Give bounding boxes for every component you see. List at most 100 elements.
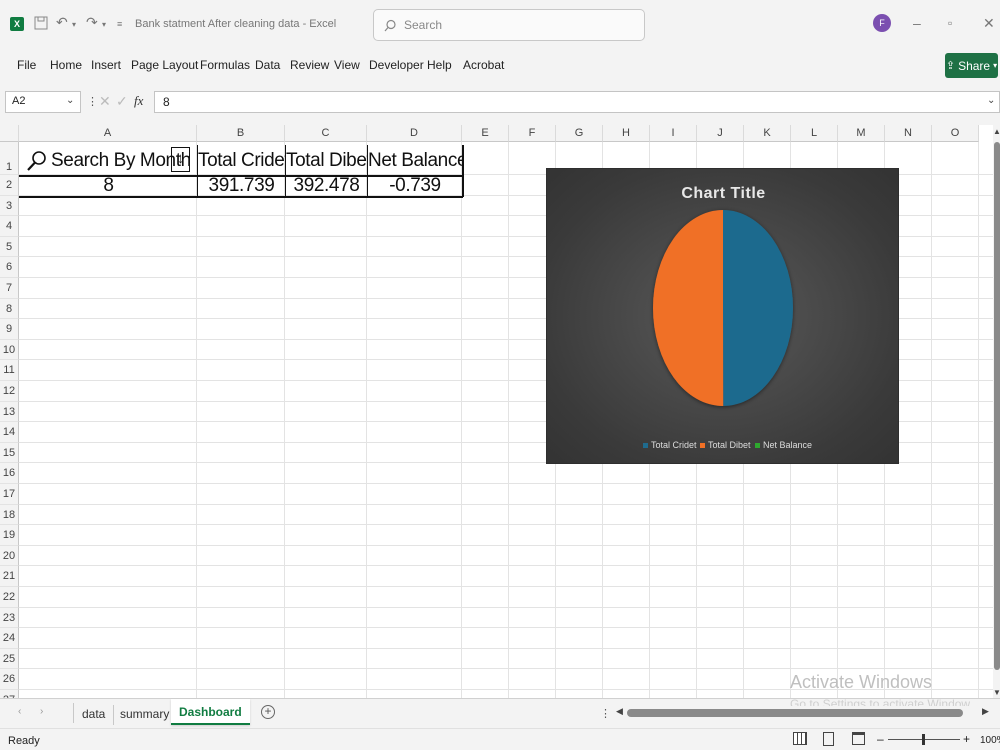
- more-options-icon[interactable]: ⋮: [600, 707, 611, 720]
- row-header-6[interactable]: 6: [0, 257, 19, 278]
- column-header-M[interactable]: M: [838, 125, 885, 142]
- page-break-view-icon[interactable]: [852, 732, 865, 745]
- row-header-24[interactable]: 24: [0, 628, 19, 649]
- legend-entry-total-dibet[interactable]: Total Dibet: [700, 440, 751, 450]
- row-header-20[interactable]: 20: [0, 545, 19, 567]
- restore-icon[interactable]: ▫: [948, 16, 952, 30]
- cell-total-cridet-value[interactable]: 391.739: [198, 176, 285, 196]
- row-header-19[interactable]: 19: [0, 525, 19, 546]
- row-header-26[interactable]: 26: [0, 669, 19, 690]
- search-box[interactable]: Search: [373, 9, 645, 41]
- zoom-in-icon[interactable]: +: [963, 732, 970, 746]
- column-header-A[interactable]: A: [19, 125, 197, 142]
- row-header-12[interactable]: 12: [0, 381, 19, 402]
- save-icon[interactable]: [34, 16, 48, 32]
- cell-net-balance-value[interactable]: -0.739: [368, 176, 462, 196]
- pie-slice-total-dibet[interactable]: [652, 210, 724, 407]
- share-button[interactable]: ⇪ Share ▾: [945, 53, 998, 78]
- zoom-slider-thumb[interactable]: [922, 734, 925, 745]
- tab-home[interactable]: Home: [50, 58, 82, 72]
- column-header-C[interactable]: C: [285, 125, 367, 142]
- column-header-O[interactable]: O: [932, 125, 979, 142]
- row-header-13[interactable]: 13: [0, 401, 19, 423]
- sheet-tab-data[interactable]: data: [74, 705, 115, 725]
- row-header-27[interactable]: 27: [0, 690, 19, 698]
- customize-toolbar-icon[interactable]: ≡: [117, 17, 122, 31]
- horizontal-scroll-left-icon[interactable]: ◀: [616, 706, 623, 717]
- column-header-N[interactable]: N: [885, 125, 932, 142]
- row-header-22[interactable]: 22: [0, 587, 19, 608]
- row-header-15[interactable]: 15: [0, 442, 19, 464]
- row-header-8[interactable]: 8: [0, 298, 19, 320]
- row-header-5[interactable]: 5: [0, 236, 19, 258]
- pie-chart[interactable]: Chart Title Total Cridet Total Dibet Net B…: [546, 168, 899, 464]
- tab-acrobat[interactable]: Acrobat: [463, 58, 504, 72]
- normal-view-icon[interactable]: [793, 732, 807, 745]
- name-box-dropdown-icon[interactable]: ⌄: [66, 95, 74, 106]
- tab-file[interactable]: File: [17, 58, 36, 72]
- tab-insert[interactable]: Insert: [91, 58, 121, 72]
- header-total-cridet[interactable]: Total Cridet: [198, 147, 285, 174]
- avatar[interactable]: F: [873, 14, 891, 32]
- column-header-L[interactable]: L: [791, 125, 838, 142]
- row-header-4[interactable]: 4: [0, 216, 19, 237]
- tab-formulas[interactable]: Formulas: [200, 58, 250, 72]
- tab-view[interactable]: View: [334, 58, 360, 72]
- formula-input[interactable]: 8: [154, 91, 1000, 113]
- sheet-tab-summary[interactable]: summary: [112, 705, 179, 725]
- cell-total-dibet-value[interactable]: 392.478: [286, 176, 367, 196]
- tab-page-layout[interactable]: Page Layout: [131, 58, 198, 72]
- more-options-icon[interactable]: ⋮: [87, 95, 98, 108]
- expand-formula-icon[interactable]: ⌄: [987, 95, 995, 106]
- row-header-23[interactable]: 23: [0, 607, 19, 629]
- column-header-D[interactable]: D: [367, 125, 462, 142]
- undo-dropdown-icon[interactable]: ▾: [72, 18, 76, 32]
- insert-function-icon[interactable]: fx: [134, 93, 143, 109]
- column-header-J[interactable]: J: [697, 125, 744, 142]
- undo-icon[interactable]: ↶: [56, 15, 68, 29]
- legend-entry-net-balance[interactable]: Net Balance: [755, 440, 812, 450]
- column-header-F[interactable]: F: [509, 125, 556, 142]
- column-header-H[interactable]: H: [603, 125, 650, 142]
- row-header-11[interactable]: 11: [0, 360, 19, 381]
- row-header-21[interactable]: 21: [0, 566, 19, 587]
- tab-developer[interactable]: Developer: [369, 58, 424, 72]
- column-header-E[interactable]: E: [462, 125, 509, 142]
- column-header-B[interactable]: B: [197, 125, 285, 142]
- header-net-balance[interactable]: Net Balance: [368, 147, 462, 174]
- vertical-scroll-down-icon[interactable]: ▼: [993, 688, 1000, 697]
- horizontal-scroll-right-icon[interactable]: ▶: [982, 706, 989, 717]
- add-sheet-button[interactable]: +: [261, 705, 275, 719]
- row-header-14[interactable]: 14: [0, 422, 19, 443]
- row-header-2[interactable]: 2: [0, 175, 19, 196]
- scroll-left-icon[interactable]: ‹: [18, 706, 21, 717]
- tab-data[interactable]: Data: [255, 58, 280, 72]
- header-total-dibet[interactable]: Total Dibet: [286, 147, 367, 174]
- vertical-scrollbar[interactable]: [994, 142, 1000, 670]
- scroll-right-icon[interactable]: ›: [40, 706, 43, 717]
- tab-review[interactable]: Review: [290, 58, 329, 72]
- row-header-1[interactable]: 1: [0, 142, 19, 175]
- page-layout-view-icon[interactable]: [823, 732, 834, 746]
- pie-plot-area[interactable]: [547, 169, 900, 465]
- pie-slice-total-cridet[interactable]: [723, 210, 793, 406]
- tab-help[interactable]: Help: [427, 58, 452, 72]
- zoom-level[interactable]: 100%: [980, 735, 1000, 746]
- filter-dropdown-button[interactable]: ↓: [171, 147, 190, 172]
- row-header-17[interactable]: 17: [0, 484, 19, 505]
- sheet-tab-dashboard[interactable]: Dashboard: [171, 699, 250, 725]
- horizontal-scrollbar[interactable]: [627, 709, 963, 717]
- column-header-I[interactable]: I: [650, 125, 697, 142]
- zoom-out-icon[interactable]: –: [877, 732, 884, 746]
- row-header-9[interactable]: 9: [0, 319, 19, 340]
- redo-dropdown-icon[interactable]: ▾: [102, 18, 106, 32]
- legend-entry-total-cridet[interactable]: Total Cridet: [643, 440, 697, 450]
- row-header-25[interactable]: 25: [0, 648, 19, 670]
- minimize-icon[interactable]: –: [913, 16, 921, 30]
- column-header-G[interactable]: G: [556, 125, 603, 142]
- column-header-K[interactable]: K: [744, 125, 791, 142]
- close-icon[interactable]: ✕: [983, 16, 995, 30]
- cancel-formula-icon[interactable]: ✕: [99, 93, 111, 110]
- cell-month-value[interactable]: 8: [20, 176, 197, 196]
- row-header-3[interactable]: 3: [0, 195, 19, 217]
